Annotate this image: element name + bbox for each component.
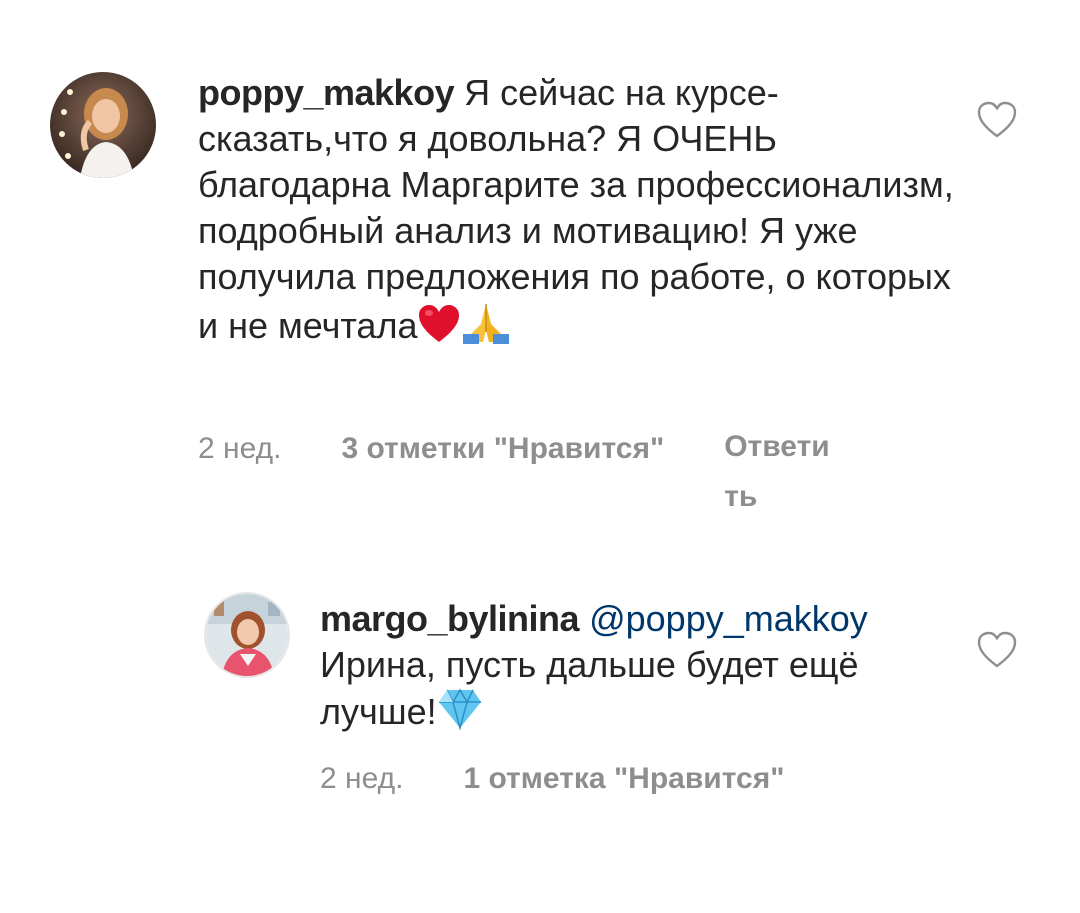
comment-likes-count[interactable]: 1 отметка "Нравится" — [463, 762, 784, 796]
avatar[interactable] — [50, 72, 156, 178]
heart-outline-icon[interactable] — [976, 630, 1018, 670]
comment-item: poppy_makkoy Я сейчас на курсе- сказать,… — [0, 0, 1080, 540]
comment-username[interactable]: margo_bylinina — [320, 598, 580, 639]
comment-reply-item: margo_bylinina @poppy_makkoy Ирина, пуст… — [0, 560, 1080, 860]
avatar[interactable] — [204, 592, 290, 678]
red-heart-icon — [417, 304, 461, 355]
comment-text: Я сейчас на курсе- сказать,что я довольн… — [198, 72, 954, 346]
comment-likes-count[interactable]: 3 отметки "Нравится" — [341, 432, 664, 466]
heart-outline-icon[interactable] — [976, 100, 1018, 140]
gem-stone-icon — [437, 688, 483, 741]
comment-time: 2 нед. — [198, 432, 282, 465]
comment-time: 2 нед. — [320, 762, 404, 795]
comment-text: Ирина, пусть дальше будет ещё лучше! — [320, 644, 859, 732]
mention-link[interactable]: @poppy_makkoy — [589, 598, 868, 639]
comment-meta: 2 нед. 1 отметка "Нравится" — [320, 762, 844, 796]
reply-button[interactable]: Ответить — [724, 422, 834, 522]
comment-username[interactable]: poppy_makkoy — [198, 72, 455, 113]
folded-hands-icon — [461, 300, 511, 355]
comment-meta: 2 нед. 3 отметки "Нравится" Ответить — [198, 430, 834, 522]
comment-body: poppy_makkoy Я сейчас на курсе- сказать,… — [198, 70, 958, 355]
comment-body: margo_bylinina @poppy_makkoy Ирина, пуст… — [320, 596, 960, 741]
